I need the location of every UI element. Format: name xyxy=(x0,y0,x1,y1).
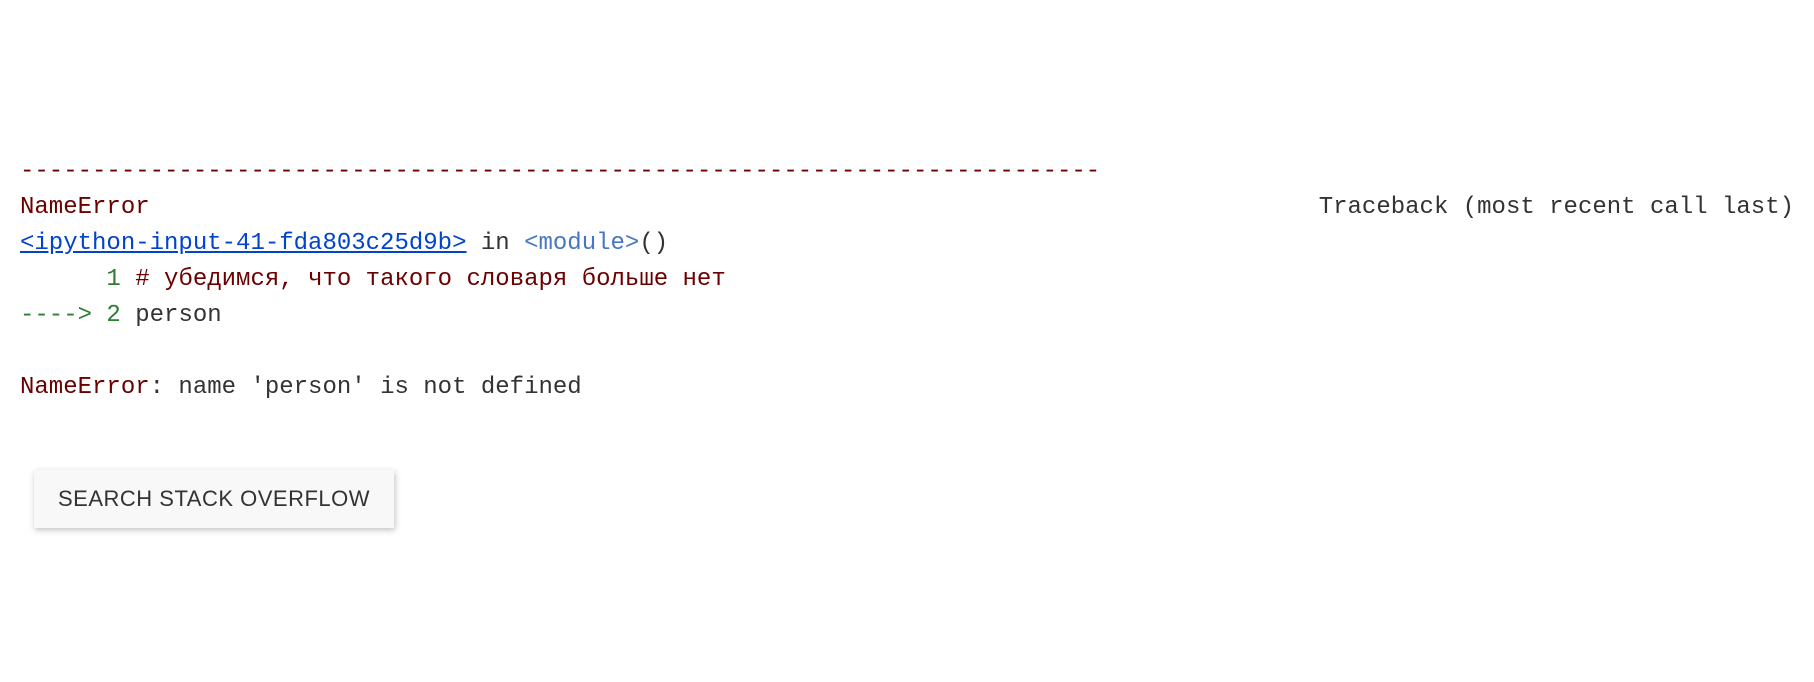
space xyxy=(121,266,135,293)
in-text: in xyxy=(466,230,524,257)
search-stackoverflow-button[interactable]: SEARCH STACK OVERFLOW xyxy=(34,470,394,528)
comment-text: # убедимся, что такого словаря больше не… xyxy=(135,266,726,293)
separator-line: ----------------------------------------… xyxy=(20,158,1100,185)
module-text: <module> xyxy=(524,230,639,257)
source-link[interactable]: <ipython-input-41-fda803c25d9b> xyxy=(20,230,466,257)
error-type: NameError xyxy=(20,190,150,226)
parentheses: () xyxy=(639,230,668,257)
error-message: : name 'person' is not defined xyxy=(150,374,582,401)
traceback-output: ----------------------------------------… xyxy=(20,154,1794,406)
code-text: person xyxy=(135,302,221,329)
line-number-1: 1 xyxy=(106,266,120,293)
space xyxy=(121,302,135,329)
arrow-pointer: ----> xyxy=(20,302,106,329)
line-number-2: 2 xyxy=(106,302,120,329)
code-line-1-prefix xyxy=(20,266,106,293)
error-final-name: NameError xyxy=(20,374,150,401)
error-header-row: NameError Traceback (most recent call las… xyxy=(20,190,1794,226)
traceback-label: Traceback (most recent call last) xyxy=(1319,190,1794,226)
